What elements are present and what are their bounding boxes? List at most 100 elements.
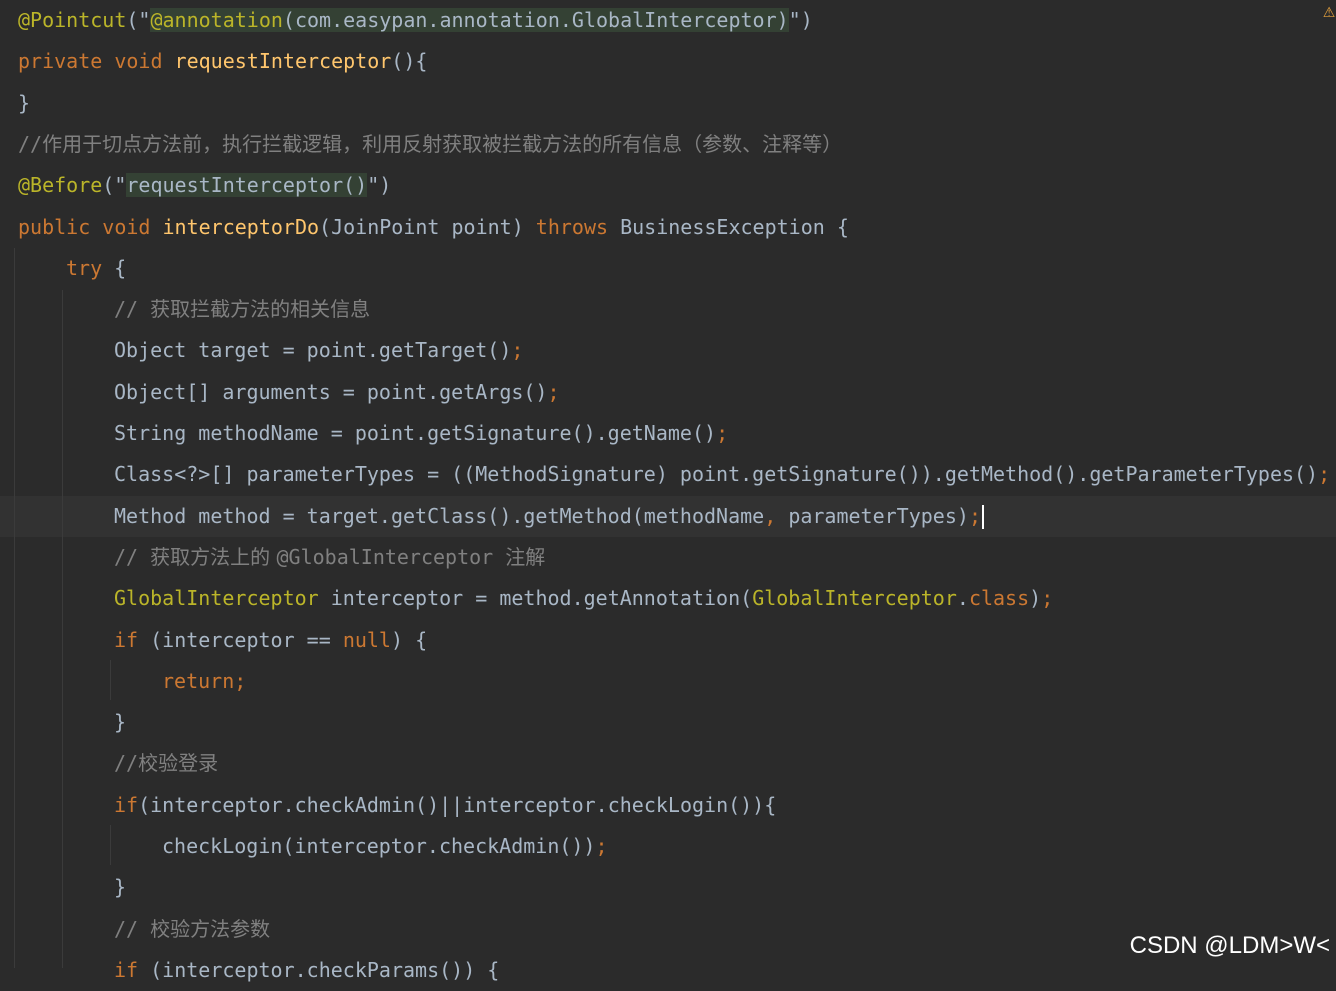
code-line-text: return; [162,661,246,702]
code-line[interactable]: checkLogin(interceptor.checkAdmin()); [0,826,1336,867]
code-token: } [18,90,31,115]
code-token: // [114,544,151,569]
code-line-text: // 获取方法上的 @GlobalInterceptor 注解 [114,537,545,578]
code-token: } [114,875,127,900]
code-token: ; [968,503,981,528]
code-line[interactable]: Class<?>[] parameterTypes = ((MethodSign… [0,454,1336,495]
code-token: Object target = point.getTarget() [114,338,512,363]
code-token: // [114,297,151,322]
code-line-text: if (interceptor == null) { [114,620,427,661]
code-token: checkLogin(interceptor.checkAdmin()) [162,834,596,858]
code-token: BusinessException { [620,214,849,239]
code-token: Class<?>[] parameterTypes = ((MethodSign… [114,462,1319,487]
code-token: parameterTypes) [788,503,969,528]
code-token: throws [535,214,621,239]
code-token: class [968,586,1030,611]
code-token: ; [716,421,729,445]
code-token: try [66,255,115,280]
code-token: 获取拦截方法的相关信息 [150,297,371,322]
code-token: interceptor = method.getAnnotation( [318,586,753,611]
code-token: requestInterceptor [174,49,392,74]
code-line-text: // 获取拦截方法的相关信息 [114,289,370,330]
code-line[interactable]: if(interceptor.checkAdmin()||interceptor… [0,785,1336,826]
code-line[interactable]: String methodName = point.getSignature()… [0,413,1336,454]
code-token: ") [367,173,392,198]
code-line[interactable]: Method method = target.getClass().getMet… [0,495,1336,537]
code-token: == [306,627,331,652]
code-line[interactable]: @Before("requestInterceptor()") [0,165,1336,206]
code-line-text: // 校验方法参数 [114,909,270,950]
code-token: null [342,627,391,652]
code-token: (JoinPoint point) [319,214,536,239]
code-token: requestInterceptor() [126,173,368,198]
code-line[interactable]: private void requestInterceptor(){ [0,41,1336,82]
code-token: ) { [390,627,428,652]
code-token: @annotation [150,8,283,32]
code-line-text: public void interceptorDo(JoinPoint poin… [18,207,849,248]
code-line[interactable]: @Pointcut("@annotation(com.easypan.annot… [0,0,1336,41]
code-token: ; [595,834,608,858]
code-token: ; [1318,462,1331,487]
code-token: interceptorDo [162,214,320,239]
code-token: (){ [391,49,428,74]
code-token: , [764,503,789,528]
indent-guide [110,825,111,865]
code-token: @Pointcut [18,8,127,32]
code-token: // [18,131,43,156]
code-line[interactable]: Object target = point.getTarget(); [0,330,1336,371]
code-line-text: checkLogin(interceptor.checkAdmin()); [162,826,608,867]
code-line[interactable]: // 获取拦截方法的相关信息 [0,289,1336,330]
code-line-text: //作用于切点方法前，执行拦截逻辑，利用反射获取被拦截方法的所有信息（参数、注释… [18,124,842,165]
code-line[interactable]: } [0,702,1336,743]
text-caret [981,505,984,530]
code-line[interactable]: if (interceptor == null) { [0,620,1336,661]
code-token: (interceptor [150,627,307,652]
code-line-text: Method method = target.getClass().getMet… [114,496,984,537]
code-token: ; [511,338,524,363]
code-token: (" [126,8,151,32]
code-token: if [114,792,139,817]
watermark: CSDN @LDM>W< [1129,932,1330,959]
code-line[interactable]: try { [0,248,1336,289]
code-token: . [956,586,969,611]
code-line-text: GlobalInterceptor interceptor = method.g… [114,578,1053,619]
code-line-text: Object[] arguments = point.getArgs(); [114,372,560,413]
code-line[interactable]: return; [0,661,1336,702]
code-token: 校验登录 [138,751,219,776]
code-line-text: Object target = point.getTarget(); [114,330,523,371]
code-token: GlobalInterceptor [752,586,957,611]
code-token: ") [788,8,813,32]
code-line[interactable]: } [0,83,1336,124]
code-token: (interceptor.checkAdmin()||interceptor.c… [138,792,777,817]
code-line[interactable]: GlobalInterceptor interceptor = method.g… [0,578,1336,619]
indent-guide [14,248,15,968]
code-token: ; [547,379,560,404]
code-token: Object[] arguments = point.getArgs() [114,379,548,404]
code-editor[interactable]: ⚠ @Pointcut("@annotation(com.easypan.ann… [0,0,1336,982]
code-line-text: if (interceptor.checkParams()) { [114,950,499,991]
indent-guide [110,660,111,700]
code-line[interactable]: public void interceptorDo(JoinPoint poin… [0,207,1336,248]
code-token: return; [162,668,247,693]
code-token: (" [102,173,127,198]
code-line[interactable]: } [0,867,1336,908]
code-line[interactable]: // 获取方法上的 @GlobalInterceptor 注解 [0,537,1336,578]
code-line-text: } [114,702,126,743]
code-token: private void [18,49,175,74]
code-line[interactable]: //作用于切点方法前，执行拦截逻辑，利用反射获取被拦截方法的所有信息（参数、注释… [0,124,1336,165]
code-token: 作用于切点方法前，执行拦截逻辑，利用反射获取被拦截方法的所有信息（参数、注释等） [42,131,843,156]
code-line-text: private void requestInterceptor(){ [18,41,427,82]
code-token: if [114,627,151,652]
code-token: @Before [18,173,103,198]
code-line-text: } [18,83,30,124]
code-token: public void [18,214,163,239]
code-line[interactable]: //校验登录 [0,743,1336,784]
code-token: 获取方法上的 [150,544,277,569]
code-line-text: try { [66,248,126,289]
code-line[interactable]: Object[] arguments = point.getArgs(); [0,372,1336,413]
code-line-text: Class<?>[] parameterTypes = ((MethodSign… [114,454,1330,495]
code-token: } [114,710,127,735]
code-token: Method method = target.getClass().getMet… [114,503,765,528]
code-token: // [114,916,151,941]
